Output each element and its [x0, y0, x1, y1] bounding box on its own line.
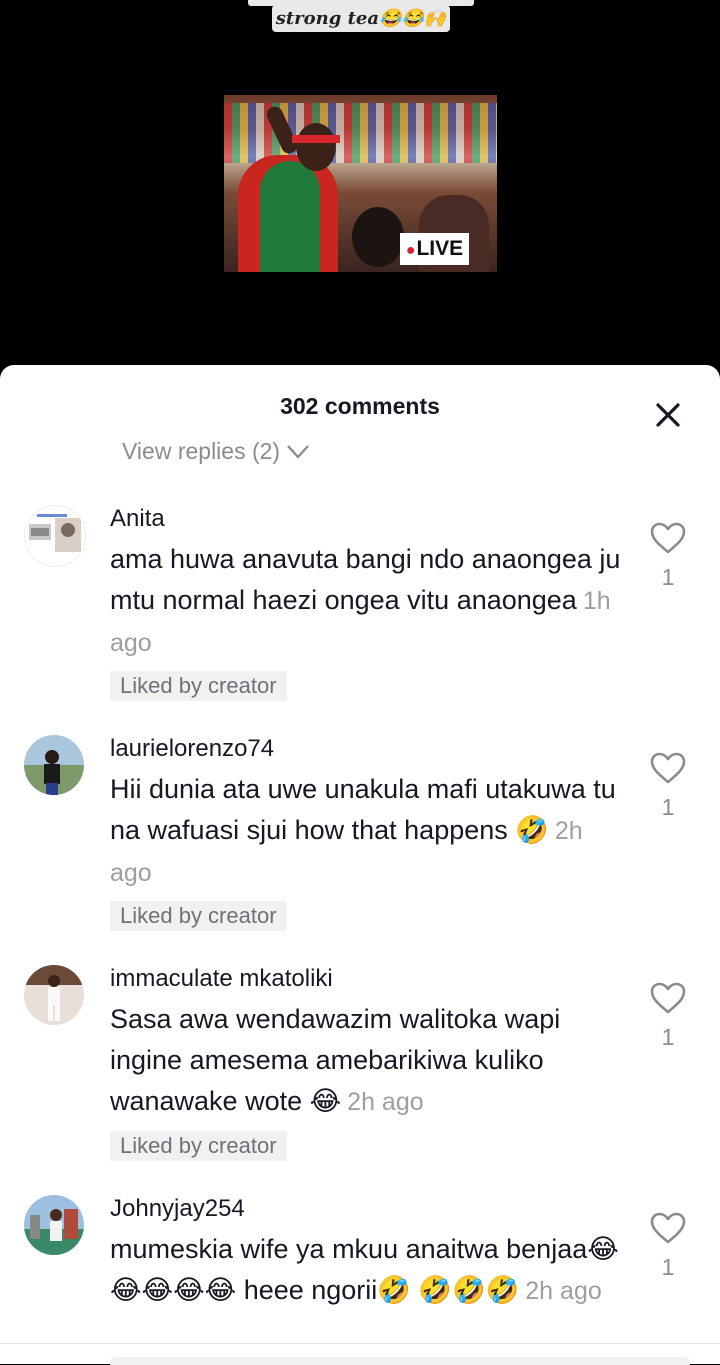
avatar[interactable] — [24, 735, 84, 795]
like-button[interactable]: 1 — [648, 981, 688, 1051]
like-button[interactable]: 1 — [648, 751, 688, 821]
like-button[interactable]: 1 — [648, 521, 688, 591]
comment-username[interactable]: Johnyjay254 — [110, 1195, 245, 1223]
like-button[interactable]: 1 — [648, 1211, 688, 1281]
comment-text: ama huwa anavuta bangi ndo anaongea ju m… — [110, 544, 621, 657]
like-count: 1 — [661, 1024, 675, 1050]
heart-icon — [650, 982, 686, 1014]
live-badge: ●LIVE — [400, 233, 469, 265]
like-count: 1 — [661, 794, 675, 820]
close-button[interactable] — [650, 397, 686, 433]
comment-input[interactable] — [110, 1357, 690, 1365]
heart-icon — [650, 752, 686, 784]
heart-icon — [650, 1212, 686, 1244]
close-icon — [656, 403, 680, 427]
liked-by-creator-badge: Liked by creator — [110, 901, 287, 931]
comments-count-title: 302 comments — [280, 393, 440, 419]
like-count: 1 — [661, 1254, 675, 1280]
comment-text: mumeskia wife ya mkuu anaitwa benjaa😂😂😂😂… — [110, 1234, 619, 1305]
comments-sheet: 302 comments View replies (2) Anita ama … — [0, 365, 720, 1363]
live-dot-icon: ● — [405, 242, 416, 259]
video-caption: strong tea😂😂🙌 — [272, 5, 450, 32]
avatar[interactable] — [24, 1195, 84, 1255]
comment-timestamp: 2h ago — [525, 1277, 602, 1305]
liked-by-creator-badge: Liked by creator — [110, 671, 287, 701]
view-replies-button[interactable]: View replies (2) — [122, 438, 310, 465]
comment-username[interactable]: laurielorenzo74 — [110, 735, 274, 763]
comment-text: Sasa awa wendawazim walitoka wapi ingine… — [110, 1004, 561, 1116]
comment-timestamp: 2h ago — [347, 1088, 424, 1116]
heart-icon — [650, 522, 686, 554]
liked-by-creator-badge: Liked by creator — [110, 1131, 287, 1161]
like-count: 1 — [661, 564, 675, 590]
comment-username[interactable]: Anita — [110, 505, 165, 533]
comment-text: Hii dunia ata uwe unakula mafi utakuwa t… — [110, 774, 616, 887]
video-player[interactable]: strong tea😂😂🙌 ●LIVE — [0, 0, 720, 400]
chevron-down-icon — [287, 444, 309, 458]
avatar[interactable] — [24, 505, 86, 567]
avatar[interactable] — [24, 965, 84, 1025]
comment-username[interactable]: immaculate mkatoliki — [110, 965, 333, 993]
